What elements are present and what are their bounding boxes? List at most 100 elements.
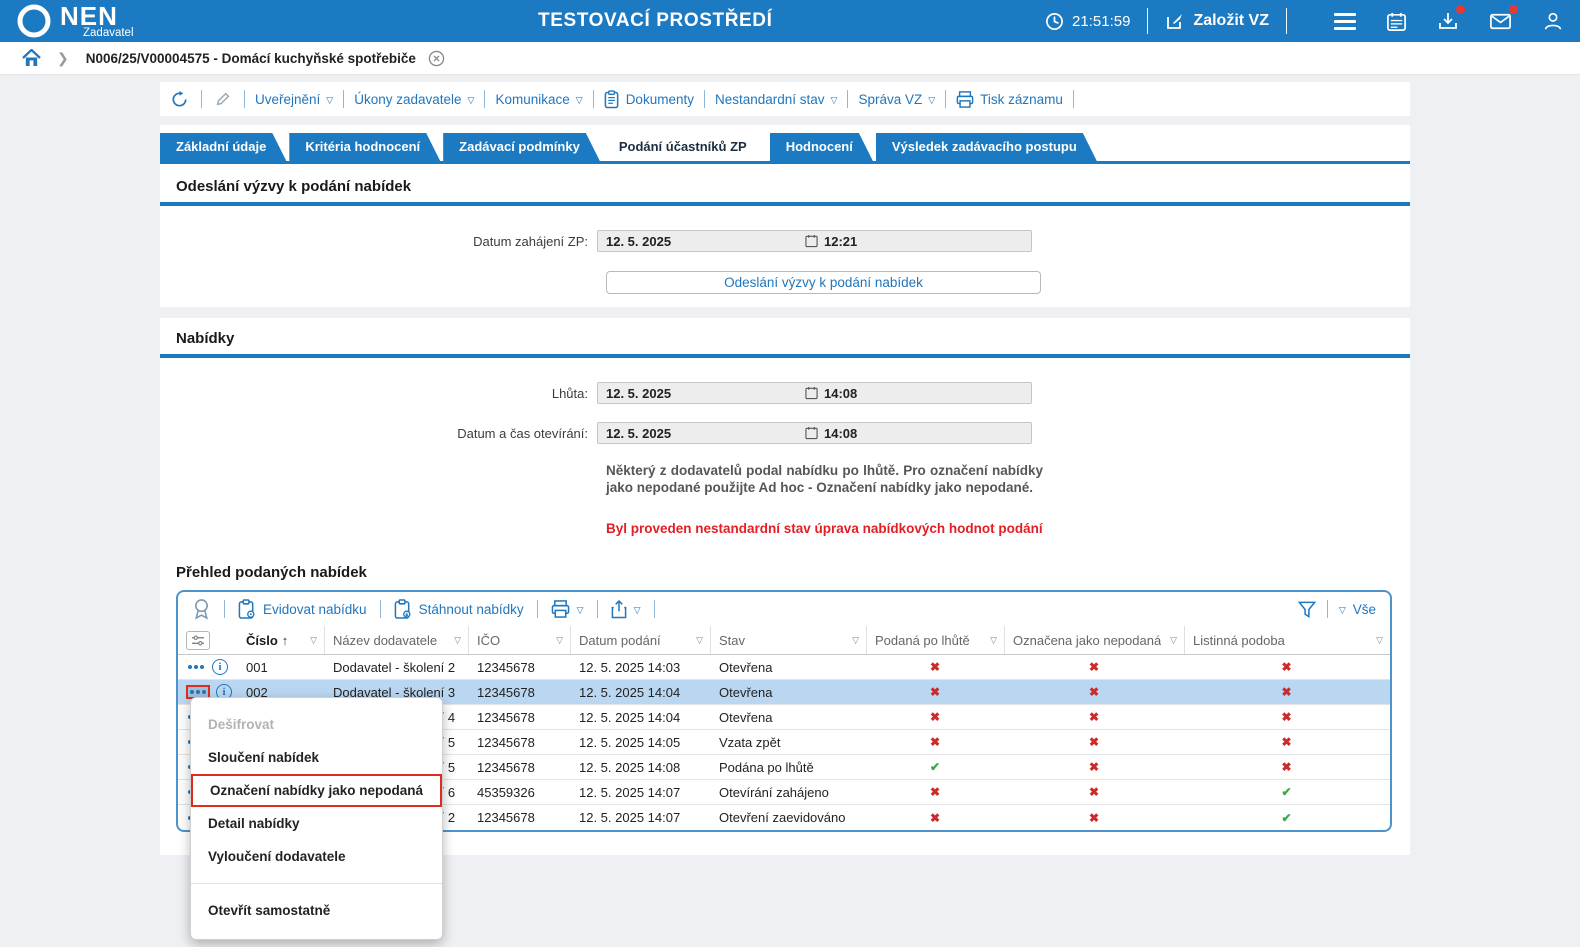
column-header-label: Listinná podoba [1193,633,1285,648]
cell-ico: 12345678 [469,755,571,779]
column-filter-caret-icon[interactable]: ▽ [454,635,461,646]
caret-down-icon: ▽ [1339,605,1346,616]
toolbar-item-komunikace[interactable]: Komunikace▽ [495,92,582,107]
evidovat-nabidku-button[interactable]: Evidovat nabídku [238,599,367,620]
table-row[interactable]: i001Dodavatel - školení 21234567812. 5. … [178,655,1390,680]
check-icon: ✔ [1193,785,1390,799]
clipboard-download-icon [394,599,412,620]
toolbar-item-label: Úkony zadavatele [354,92,461,107]
tab-podani-ucastniku-zp[interactable]: Podání účastníků ZP [603,133,767,161]
cross-icon: ✖ [1193,760,1390,774]
toolbar-separator [1073,90,1074,108]
main-menu-button[interactable] [1334,13,1356,30]
tab-zakladni-udaje[interactable]: Základní údaje [160,133,286,161]
send-invitation-button[interactable]: Odeslání výzvy k podání nabídek [606,271,1041,294]
evidovat-label: Evidovat nabídku [263,602,367,617]
column-filter-caret-icon[interactable]: ▽ [310,635,317,646]
column-header-oznacena-jako-nepodana[interactable]: Označena jako nepodaná▽ [1005,626,1185,654]
main-card: Základní údajeKritéria hodnoceníZadávací… [160,125,1410,307]
cell-oznacena-jako-nepodana: ✖ [1005,805,1185,830]
breadcrumb-item[interactable]: N006/25/V00004575 - Domácí kuchyňské spo… [86,51,416,66]
column-header-listinna-podoba[interactable]: Listinná podoba ▽ [1185,626,1390,654]
toolbar-item-dokumenty[interactable]: Dokumenty [604,90,694,109]
edit-record-button[interactable] [214,90,232,108]
cross-icon: ✖ [1193,660,1390,674]
envelope-icon [1489,10,1512,33]
cell-ico: 12345678 [469,705,571,729]
menu-item-slouceni-nabidek[interactable]: Sloučení nabídek [191,741,442,774]
column-header-cislo[interactable]: Číslo↑▽ [238,626,325,654]
toolbar-item-ukony-zadavatele[interactable]: Úkony zadavatele▽ [354,92,474,107]
column-header-stav[interactable]: Stav ▽ [711,626,867,654]
tab-hodnoceni[interactable]: Hodnocení [770,133,873,161]
column-header-label: Datum podání [579,633,661,648]
menu-item-otevrit-samostatne[interactable]: Otevřít samostatně [191,894,442,927]
export-button[interactable]: ▽ [611,600,641,619]
cell-ico: 12345678 [469,680,571,704]
column-filter-caret-icon[interactable]: ▽ [852,635,859,646]
oteviranie-field[interactable]: 12. 5. 2025 14:08 [597,422,1032,444]
filter-button[interactable] [1298,601,1316,618]
messages-badge [1509,5,1518,14]
cell-datum-podani: 12. 5. 2025 14:03 [571,655,711,679]
nen-logo-icon [16,3,52,39]
cell-podana-po-lhute: ✖ [867,705,1005,729]
column-filter-caret-icon[interactable]: ▽ [556,635,563,646]
filter-scope-dropdown[interactable]: ▽ Vše [1339,602,1376,617]
cross-icon: ✖ [1013,785,1185,799]
column-header-label: Stav [719,633,745,648]
cross-icon: ✖ [1193,710,1390,724]
column-filter-caret-icon[interactable]: ▽ [990,635,997,646]
column-header-datum-podani[interactable]: Datum podání ▽ [571,626,711,654]
section-title-send: Odeslání výzvy k podání nabídek [176,178,1410,195]
header-separator [1286,8,1287,34]
offers-table-title: Přehled podaných nabídek [176,564,1410,581]
tab-zadavaci-podminky[interactable]: Zadávací podmínky [443,133,600,161]
home-button[interactable] [22,49,41,67]
calendar-icon [805,426,818,440]
toolbar-item-uverejneni[interactable]: Uveřejnění▽ [255,92,333,107]
tab-vysledek-zadavaciho-postupu[interactable]: Výsledek zadávacího postupu [876,133,1097,161]
close-record-button[interactable] [428,50,445,67]
create-vz-button[interactable]: Založit VZ [1165,11,1269,31]
award-ribbon-icon [192,598,211,620]
history-button[interactable] [170,90,189,109]
field-label-datum-zahajeni: Datum zahájení ZP: [160,234,597,249]
messages-button[interactable] [1489,10,1512,33]
column-header-nazev-dodavatele[interactable]: Název dodavatele▽ [325,626,469,654]
toolbar-item-nestandardni-stav[interactable]: Nestandardní stav▽ [715,92,837,107]
print-table-button[interactable]: ▽ [551,600,584,618]
menu-divider [191,883,442,884]
toolbar-item-tisk-zaznamu[interactable]: Tisk záznamu [956,91,1063,108]
cell-podana-po-lhute: ✖ [867,805,1005,830]
close-icon [428,50,445,67]
toolbar-item-label: Správa VZ [858,92,922,107]
menu-item-vylouceni-dodavatele[interactable]: Vyloučení dodavatele [191,840,442,873]
toolbar-item-label: Dokumenty [626,92,694,107]
column-filter-caret-icon[interactable]: ▽ [1170,635,1177,646]
cell-podana-po-lhute: ✖ [867,730,1005,754]
cell-datum-podani: 12. 5. 2025 14:07 [571,805,711,830]
column-settings-button[interactable] [186,631,210,650]
row-menu-button[interactable] [186,660,206,674]
award-button[interactable] [192,598,211,620]
column-filter-caret-icon[interactable]: ▽ [696,635,703,646]
row-info-icon[interactable]: i [212,659,228,675]
date-value: 12. 5. 2025 [606,426,805,441]
calendar-button[interactable] [1386,11,1407,32]
cell-listinna-podoba: ✖ [1185,705,1390,729]
tab-kriteria-hodnoceni[interactable]: Kritéria hodnocení [289,133,440,161]
column-filter-caret-icon[interactable]: ▽ [1376,635,1383,646]
toolbar-item-label: Nestandardní stav [715,92,825,107]
column-header-ico[interactable]: IČO▽ [469,626,571,654]
lhuta-field[interactable]: 12. 5. 2025 14:08 [597,382,1032,404]
column-header-podana-po-lhute[interactable]: Podaná po lhůtě▽ [867,626,1005,654]
stahnout-nabidky-button[interactable]: Stáhnout nabídky [394,599,524,620]
menu-item-oznaceni-nabidky-jako-nepodana[interactable]: Označení nabídky jako nepodaná [191,774,442,807]
datum-zahajeni-field[interactable]: 12. 5. 2025 12:21 [597,230,1032,252]
downloads-button[interactable] [1437,10,1459,32]
nen-logo[interactable]: NEN Zadavatel [16,3,134,39]
toolbar-item-sprava-vz[interactable]: Správa VZ▽ [858,92,935,107]
menu-item-detail-nabidky[interactable]: Detail nabídky [191,807,442,840]
user-profile-button[interactable] [1542,10,1564,32]
